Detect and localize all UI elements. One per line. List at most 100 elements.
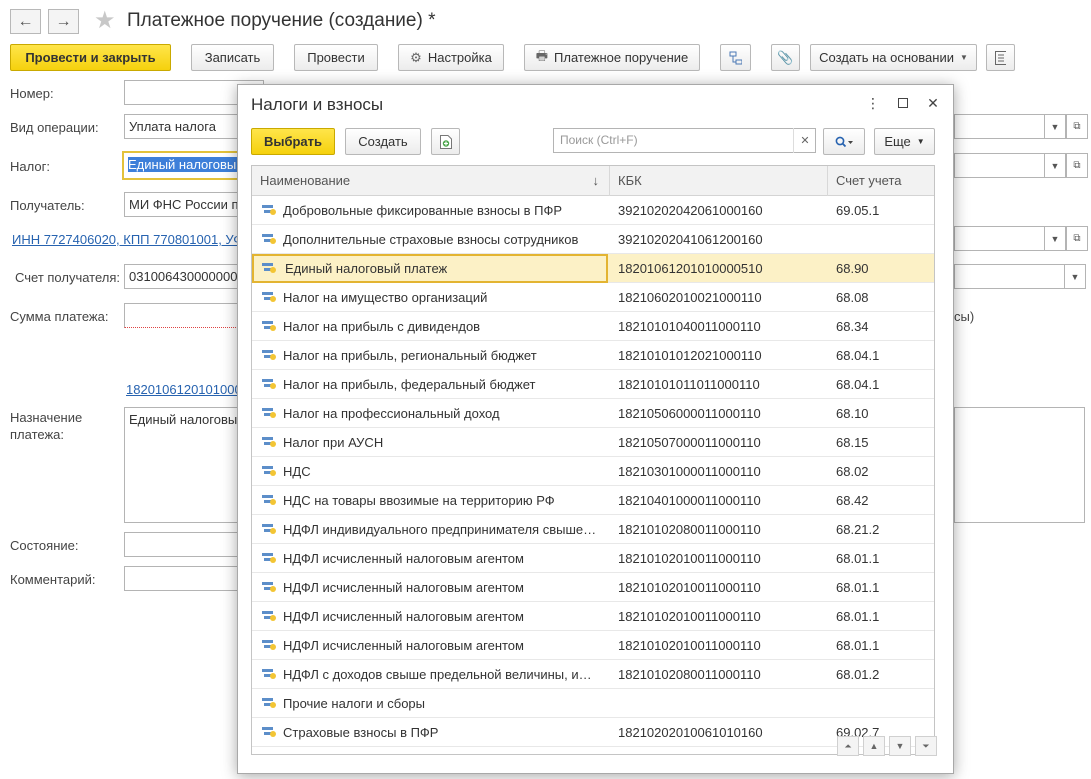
- create-group-button[interactable]: [431, 128, 460, 155]
- table-row[interactable]: НДФЛ с доходов свыше предельной величины…: [252, 660, 934, 689]
- save-button[interactable]: Записать: [191, 44, 274, 71]
- more-vertical-icon[interactable]: ⋮: [864, 95, 882, 112]
- table-row[interactable]: Налог на профессиональный доход 182105060…: [252, 399, 934, 428]
- favorite-star-icon[interactable]: ★: [94, 8, 116, 34]
- kbk-link[interactable]: 1820106120101000: [126, 382, 242, 397]
- cell-kbk: 18210101040011000110: [618, 319, 761, 334]
- open-icon[interactable]: ⧉: [1066, 226, 1088, 251]
- table-row[interactable]: Единый налоговый платеж 18201061201010000…: [252, 254, 934, 283]
- cell-account: [828, 225, 934, 254]
- table-row[interactable]: Дополнительные страховые взносы сотрудни…: [252, 225, 934, 254]
- table-row[interactable]: Налог на прибыль с дивидендов 18210101040…: [252, 312, 934, 341]
- cell-name-text: НДФЛ исчисленный налоговым агентом: [283, 638, 524, 653]
- operation-type-select-tail[interactable]: [954, 114, 1045, 139]
- table-row[interactable]: Налог на имущество организаций 1821060201…: [252, 283, 934, 312]
- chevron-down-icon[interactable]: ▼: [1044, 153, 1066, 178]
- chevron-down-icon[interactable]: ▼: [1044, 114, 1066, 139]
- table-row[interactable]: НДФЛ исчисленный налоговым агентом 182101…: [252, 544, 934, 573]
- chevron-down-icon[interactable]: ▼: [1044, 226, 1066, 251]
- paperclip-icon: 📎: [777, 49, 794, 65]
- search-input[interactable]: Поиск (Ctrl+F): [553, 128, 816, 153]
- catalog-item-icon: [262, 669, 276, 680]
- structure-button[interactable]: [720, 44, 751, 71]
- tax-input-value: Единый налоговый: [128, 157, 244, 172]
- cell-name: НДФЛ исчисленный налоговым агентом: [252, 573, 608, 602]
- open-icon[interactable]: ⧉: [1066, 153, 1088, 178]
- column-header-name[interactable]: Наименование ↓: [252, 166, 610, 196]
- scroll-down-button[interactable]: ▼: [889, 736, 911, 756]
- cell-name-text: Налог на имущество организаций: [283, 290, 488, 305]
- scroll-up-button[interactable]: ▲: [863, 736, 885, 756]
- attachments-button[interactable]: 📎: [771, 44, 800, 71]
- cell-name-text: Дополнительные страховые взносы сотрудни…: [283, 232, 579, 247]
- cell-name-text: Добровольные фиксированные взносы в ПФР: [283, 203, 563, 218]
- post-and-close-button[interactable]: Провести и закрыть: [10, 44, 171, 71]
- column-header-kbk[interactable]: КБК: [610, 166, 828, 196]
- back-button[interactable]: ←: [10, 9, 41, 34]
- search-button[interactable]: [823, 128, 865, 155]
- scroll-top-icon: ⏶: [844, 740, 852, 751]
- cell-kbk: 18210102010011000110: [618, 638, 761, 653]
- cell-account: 68.08: [836, 290, 869, 305]
- bank-select-tail[interactable]: [954, 226, 1045, 251]
- table-row[interactable]: НДФЛ исчисленный налоговым агентом 182101…: [252, 631, 934, 660]
- clear-icon[interactable]: ✕: [793, 128, 816, 153]
- tax-input-tail[interactable]: [954, 153, 1045, 178]
- more-button[interactable]: Еще ▼: [874, 128, 935, 155]
- table-row[interactable]: НДФЛ исчисленный налоговым агентом 182101…: [252, 573, 934, 602]
- table-row[interactable]: Страховые взносы в ПФР 182102020100610101…: [252, 718, 934, 747]
- scroll-last-button[interactable]: ⏷: [915, 736, 937, 756]
- post-button[interactable]: Провести: [294, 44, 378, 71]
- scroll-down-icon: ▼: [895, 741, 905, 751]
- table-row[interactable]: НДС 18210301000011000110 68.02: [252, 457, 934, 486]
- table-row[interactable]: Налог при АУСН 18210507000011000110 68.15: [252, 428, 934, 457]
- create-based-on-button[interactable]: Создать на основании ▼: [810, 44, 977, 71]
- cell-kbk: 18201061201010000510: [618, 261, 763, 276]
- table-row[interactable]: НДФЛ исчисленный налоговым агентом 182101…: [252, 602, 934, 631]
- document-header: ← → ★ Платежное поручение (создание) *: [0, 0, 1091, 42]
- cell-account: 68.01.1: [836, 580, 880, 595]
- forward-button[interactable]: →: [48, 9, 79, 34]
- select-button[interactable]: Выбрать: [251, 128, 335, 155]
- scroll-first-button[interactable]: ⏶: [837, 736, 859, 756]
- table-row[interactable]: Прочие налоги и сборы: [252, 689, 934, 718]
- column-header-account[interactable]: Счет учета: [828, 166, 934, 196]
- search-icon: [835, 136, 853, 147]
- cell-name-text: Единый налоговый платеж: [285, 261, 448, 276]
- close-icon[interactable]: ✕: [924, 95, 942, 112]
- table-row[interactable]: Налог на прибыль, федеральный бюджет 1821…: [252, 370, 934, 399]
- cell-kbk: 39210202042061000160: [618, 203, 763, 218]
- document-list-icon: [995, 50, 1006, 65]
- table-row[interactable]: НДФЛ индивидуального предпринимателя свы…: [252, 515, 934, 544]
- cell-name: Прочие налоги и сборы: [252, 689, 608, 718]
- payment-order-print-button[interactable]: 🖶 Платежное поручение: [524, 44, 700, 71]
- cell-account: 68.01.2: [836, 667, 880, 682]
- table-row[interactable]: Налог на прибыль, региональный бюджет 182…: [252, 341, 934, 370]
- cell-name-text: Налог при АУСН: [283, 435, 384, 450]
- create-button[interactable]: Создать: [345, 128, 421, 155]
- maximize-icon[interactable]: [894, 95, 912, 111]
- payment-purpose-label: Назначение платежа:: [10, 410, 83, 442]
- report-button[interactable]: [986, 44, 1015, 71]
- taxes-selection-dialog: Налоги и взносы ⋮ ✕ Выбрать Создать Поис…: [237, 84, 954, 774]
- recipient-inn-link[interactable]: ИНН 7727406020, КПП 770801001, УФ: [12, 232, 243, 247]
- settings-button[interactable]: ⚙ Настройка: [398, 44, 504, 71]
- cell-account: [828, 689, 934, 718]
- table-row[interactable]: Добровольные фиксированные взносы в ПФР 3…: [252, 196, 934, 225]
- recipient-account-tail[interactable]: [954, 264, 1065, 289]
- chevron-down-icon[interactable]: ▼: [1064, 264, 1086, 289]
- cell-name: Налог на прибыль, региональный бюджет: [252, 341, 608, 370]
- column-name-label: Наименование: [260, 173, 351, 188]
- cell-account: 69.05.1: [836, 203, 880, 218]
- table-row[interactable]: НДС на товары ввозимые на территорию РФ 1…: [252, 486, 934, 515]
- payment-purpose-textarea-tail[interactable]: [954, 407, 1085, 523]
- open-icon[interactable]: ⧉: [1066, 114, 1088, 139]
- recipient-account-label: Счет получателя:: [15, 270, 121, 285]
- cell-kbk: 18210507000011000110: [618, 435, 761, 450]
- state-label: Состояние:: [10, 538, 79, 553]
- catalog-item-icon: [262, 205, 276, 216]
- catalog-item-icon: [262, 408, 276, 419]
- recipient-label: Получатель:: [10, 198, 85, 213]
- tax-label: Налог:: [10, 159, 50, 174]
- comment-label: Комментарий:: [10, 572, 96, 587]
